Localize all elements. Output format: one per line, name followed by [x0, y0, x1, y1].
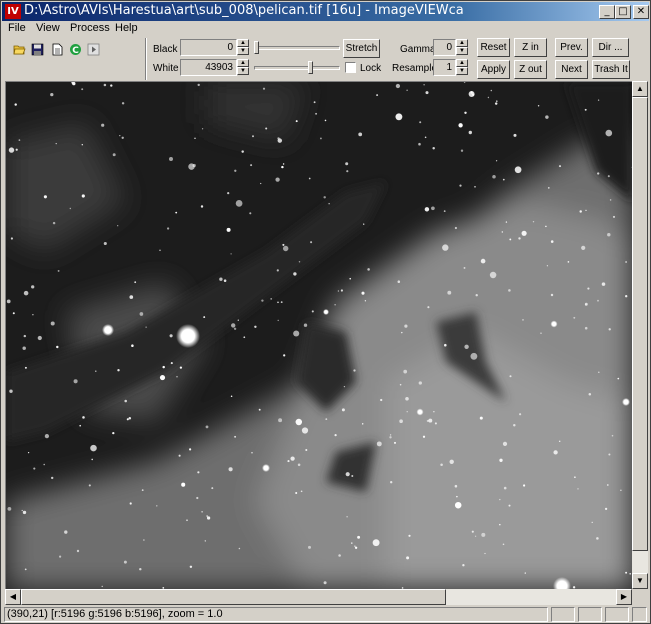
scroll-down-button[interactable]: ▼	[632, 573, 648, 589]
document-icon[interactable]	[51, 43, 64, 56]
toolbar: C Black 0 ▲ ▼ Stretch White 43903 ▲ ▼ Lock…	[2, 38, 649, 80]
resample-label: Resample	[392, 63, 438, 74]
horizontal-scroll-thumb[interactable]	[21, 589, 446, 605]
apply-button[interactable]: Apply	[477, 60, 510, 79]
svg-text:C: C	[72, 46, 79, 56]
status-panel-2	[578, 607, 602, 622]
minimize-button[interactable]: _	[599, 5, 615, 19]
horizontal-scrollbar[interactable]: ◀ ▶	[5, 589, 632, 605]
play-icon[interactable]	[87, 43, 100, 56]
white-spinner[interactable]: ▲ ▼	[237, 59, 249, 76]
zoom-out-button[interactable]: Z out	[514, 60, 547, 79]
vertical-scroll-thumb[interactable]	[632, 97, 648, 551]
window-title: D:\Astro\AVIs\Harestua\art\sub_008\pelic…	[24, 3, 464, 18]
white-value-field[interactable]: 43903	[180, 59, 237, 76]
black-label: Black	[153, 44, 178, 55]
status-panel-3	[605, 607, 629, 622]
scroll-left-button[interactable]: ◀	[5, 589, 21, 605]
status-text: (390,21) [r:5196 g:5196 b:5196], zoom = …	[4, 607, 548, 622]
black-spinner[interactable]: ▲ ▼	[237, 39, 249, 56]
black-slider-thumb[interactable]	[254, 41, 259, 54]
menu-bar: File View Process Help	[2, 21, 649, 38]
menu-view[interactable]: View	[36, 22, 60, 34]
refresh-icon[interactable]: C	[69, 43, 82, 56]
stretch-button[interactable]: Stretch	[343, 39, 380, 58]
reset-button[interactable]: Reset	[477, 38, 510, 57]
maximize-button[interactable]: □	[615, 5, 631, 19]
resample-spinner[interactable]: ▲ ▼	[456, 59, 468, 76]
close-button[interactable]: ✕	[633, 5, 649, 19]
vertical-scrollbar[interactable]: ▲ ▼	[632, 81, 648, 589]
nebula-image	[6, 82, 632, 589]
black-value-field[interactable]: 0	[180, 39, 237, 56]
trash-button[interactable]: Trash It	[592, 60, 630, 79]
next-button[interactable]: Next	[555, 60, 588, 79]
scrollbar-corner	[632, 589, 648, 605]
white-slider-track	[254, 66, 340, 70]
lock-label: Lock	[360, 63, 382, 74]
menu-process[interactable]: Process	[70, 22, 110, 34]
white-label: White	[153, 63, 179, 74]
prev-button[interactable]: Prev.	[555, 38, 588, 57]
save-icon[interactable]	[31, 43, 44, 56]
title-bar[interactable]: IV D:\Astro\AVIs\Harestua\art\sub_008\pe…	[2, 2, 649, 21]
black-slider-track	[254, 46, 340, 50]
toolbar-separator	[145, 38, 147, 80]
menu-file[interactable]: File	[8, 22, 26, 34]
white-slider-thumb[interactable]	[308, 61, 314, 74]
gamma-label: Gamma	[400, 44, 436, 55]
size-grip[interactable]	[632, 607, 647, 622]
dir-button[interactable]: Dir ...	[592, 38, 629, 57]
gamma-spinner[interactable]: ▲ ▼	[456, 39, 468, 56]
zoom-in-button[interactable]: Z in	[514, 38, 547, 57]
resample-value-field[interactable]: 1	[433, 59, 456, 76]
image-viewport[interactable]	[5, 81, 632, 589]
scroll-right-button[interactable]: ▶	[616, 589, 632, 605]
scroll-up-button[interactable]: ▲	[632, 81, 648, 97]
status-panel-1	[551, 607, 575, 622]
app-window: IV D:\Astro\AVIs\Harestua\art\sub_008\pe…	[0, 0, 651, 624]
lock-checkbox[interactable]	[345, 62, 356, 73]
gamma-value-field[interactable]: 0	[433, 39, 456, 56]
status-bar: (390,21) [r:5196 g:5196 b:5196], zoom = …	[2, 605, 649, 623]
app-icon[interactable]: IV	[5, 4, 21, 19]
open-folder-icon[interactable]	[13, 43, 26, 56]
menu-help[interactable]: Help	[115, 22, 138, 34]
